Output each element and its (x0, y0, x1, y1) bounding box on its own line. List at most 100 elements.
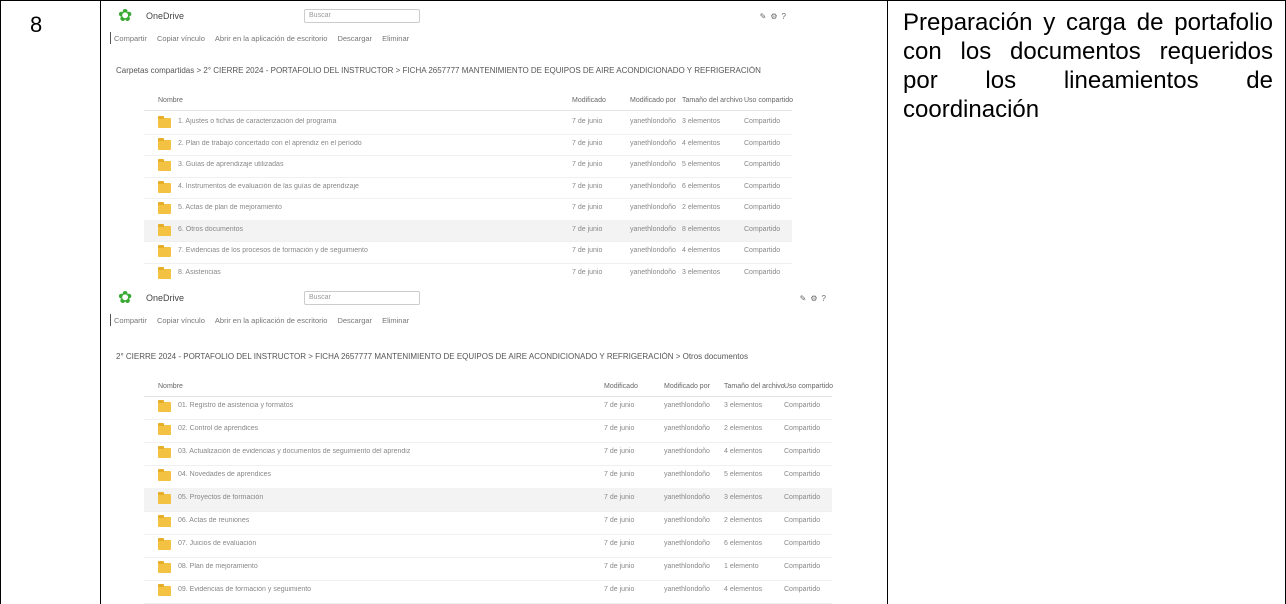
search-input[interactable]: Buscar (304, 291, 421, 305)
file-name[interactable]: 02. Control de aprendices (178, 425, 594, 432)
file-name[interactable]: 4. Instrumentos de evaluación de las guí… (178, 183, 562, 190)
modified-by: yanethlondoño (664, 563, 710, 570)
table-row[interactable]: 5. Actas de plan de mejoramiento 7 de ju… (144, 198, 792, 221)
row-description: Preparación y carga de portafolio con lo… (903, 9, 1273, 123)
modified-date: 7 de junio (604, 586, 635, 593)
search-input[interactable]: Buscar (304, 9, 421, 23)
table-row[interactable]: 03. Actualización de evidencias y docume… (144, 442, 832, 466)
row-number: 8 (30, 12, 43, 37)
column-header-sharing[interactable]: Uso compartido (744, 97, 793, 104)
table-row[interactable]: 7. Evidencias de los procesos de formaci… (144, 241, 792, 264)
column-header-modified-by[interactable]: Modificado por (630, 97, 676, 104)
column-header-modified-by[interactable]: Modificado por (664, 383, 710, 390)
file-list-header: Nombre Modificado Modificado por Tamaño … (144, 92, 793, 111)
sharing-status: Compartido (784, 448, 821, 455)
file-name[interactable]: 01. Registro de asistencia y formatos (178, 402, 594, 409)
modified-by: yanethlondoño (664, 517, 710, 524)
column-header-name[interactable]: Nombre (158, 97, 183, 104)
toolbar-button[interactable]: Eliminar (382, 316, 409, 325)
table-row[interactable]: 05. Proyectos de formación 7 de junio ya… (144, 488, 832, 512)
table-row[interactable]: 3. Guías de aprendizaje utilizadas 7 de … (144, 155, 792, 178)
table-row[interactable]: 09. Evidencias de formación y seguimient… (144, 580, 832, 604)
modified-by: yanethlondoño (664, 494, 710, 501)
command-bar: Compartir Copiar vínculo Abrir en la aplic… (104, 28, 804, 48)
table-row[interactable]: 07. Juicios de evaluación 7 de junio yan… (144, 534, 832, 558)
folder-icon (158, 266, 171, 279)
edit-icon[interactable]: ✎ (800, 294, 811, 303)
sharing-status: Compartido (744, 204, 781, 211)
column-header-modified[interactable]: Modificado (604, 383, 638, 390)
toolbar-button[interactable]: Abrir en la aplicación de escritorio (215, 316, 328, 325)
file-name[interactable]: 8. Asistencias (178, 269, 562, 276)
column-header-modified[interactable]: Modificado (572, 97, 606, 104)
modified-by: yanethlondoño (630, 204, 676, 211)
file-name[interactable]: 03. Actualización de evidencias y docume… (178, 448, 594, 455)
file-size: 5 elementos (724, 471, 763, 478)
help-icon[interactable]: ? (782, 12, 790, 21)
table-row[interactable]: 2. Plan de trabajo concertado con el apr… (144, 134, 792, 156)
file-size: 1 elemento (724, 563, 759, 570)
sharing-status: Compartido (744, 225, 781, 233)
app-name: OneDrive (146, 11, 185, 21)
modified-by: yanethlondoño (664, 540, 710, 547)
file-name[interactable]: 06. Actas de reuniones (178, 517, 594, 524)
onedrive-screenshot-1: ✿ OneDrive Buscar ✎⚙? Compartir Copiar ví… (104, 4, 804, 282)
modified-by: yanethlondoño (664, 586, 710, 593)
file-name[interactable]: 6. Otros documentos (178, 226, 562, 233)
file-name[interactable]: 09. Evidencias de formación y seguimient… (178, 586, 594, 593)
file-name[interactable]: 3. Guías de aprendizaje utilizadas (178, 161, 562, 168)
table-row[interactable]: 04. Novedades de aprendices 7 de junio y… (144, 465, 832, 489)
folder-icon (158, 492, 171, 504)
folder-icon (158, 245, 171, 257)
table-row[interactable]: 1. Ajustes o fichas de caracterización d… (144, 112, 792, 135)
file-size: 4 elementos (682, 247, 721, 254)
modified-date: 7 de junio (572, 225, 603, 233)
file-name[interactable]: 08. Plan de mejoramiento (178, 563, 594, 570)
modified-by: yanethlondoño (630, 139, 676, 147)
toolbar-button[interactable]: Copiar vínculo (157, 316, 205, 325)
table-row[interactable]: 8. Asistencias 7 de junio yanethlondoño … (144, 263, 792, 283)
file-list-header: Nombre Modificado Modificado por Tamaño … (144, 378, 833, 397)
toolbar-button[interactable]: Eliminar (382, 34, 409, 43)
table-row[interactable]: 4. Instrumentos de evaluación de las guí… (144, 177, 792, 199)
file-name[interactable]: 2. Plan de trabajo concertado con el apr… (178, 140, 562, 147)
toolbar-button[interactable]: Compartir (114, 34, 147, 43)
file-size: 3 elementos (682, 118, 721, 125)
sharing-status: Compartido (784, 517, 821, 524)
toolbar-button[interactable]: Copiar vínculo (157, 34, 205, 43)
table-row[interactable]: 08. Plan de mejoramiento 7 de junio yane… (144, 557, 832, 581)
breadcrumb: 2° CIERRE 2024 - PORTAFOLIO DEL INSTRUCT… (116, 352, 748, 361)
toolbar-button[interactable]: Descargar (337, 316, 372, 325)
toolbar-button[interactable]: Compartir (114, 316, 147, 325)
header-icons: ✎⚙? (800, 294, 830, 303)
table-row[interactable]: 01. Registro de asistencia y formatos 7 … (144, 396, 832, 420)
table-row[interactable]: 6. Otros documentos 7 de junio yanethlon… (144, 219, 792, 242)
folder-icon (158, 561, 171, 573)
settings-icon[interactable]: ⚙ (770, 12, 781, 21)
table-border (100, 0, 101, 604)
edit-icon[interactable]: ✎ (760, 12, 771, 21)
column-header-size[interactable]: Tamaño del archivo (682, 97, 743, 104)
modified-date: 7 de junio (572, 118, 603, 125)
help-icon[interactable]: ? (822, 294, 830, 303)
file-name[interactable]: 7. Evidencias de los procesos de formaci… (178, 247, 562, 254)
folder-icon (158, 538, 171, 550)
file-name[interactable]: 05. Proyectos de formación (178, 494, 594, 501)
column-header-size[interactable]: Tamaño del archivo (724, 383, 785, 390)
folder-icon (158, 223, 171, 236)
file-name[interactable]: 04. Novedades de aprendices (178, 471, 594, 478)
file-size: 6 elementos (682, 182, 721, 190)
table-row[interactable]: 02. Control de aprendices 7 de junio yan… (144, 419, 832, 443)
column-header-name[interactable]: Nombre (158, 383, 183, 390)
file-name[interactable]: 1. Ajustes o fichas de caracterización d… (178, 118, 562, 125)
modified-date: 7 de junio (604, 540, 635, 547)
file-name[interactable]: 07. Juicios de evaluación (178, 540, 594, 547)
app-logo-icon: ✿ (118, 288, 133, 307)
sharing-status: Compartido (744, 118, 781, 125)
settings-icon[interactable]: ⚙ (810, 294, 821, 303)
toolbar-button[interactable]: Abrir en la aplicación de escritorio (215, 34, 328, 43)
table-row[interactable]: 06. Actas de reuniones 7 de junio yaneth… (144, 511, 832, 535)
file-name[interactable]: 5. Actas de plan de mejoramiento (178, 204, 562, 211)
toolbar-button[interactable]: Descargar (337, 34, 372, 43)
column-header-sharing[interactable]: Uso compartido (784, 383, 833, 390)
